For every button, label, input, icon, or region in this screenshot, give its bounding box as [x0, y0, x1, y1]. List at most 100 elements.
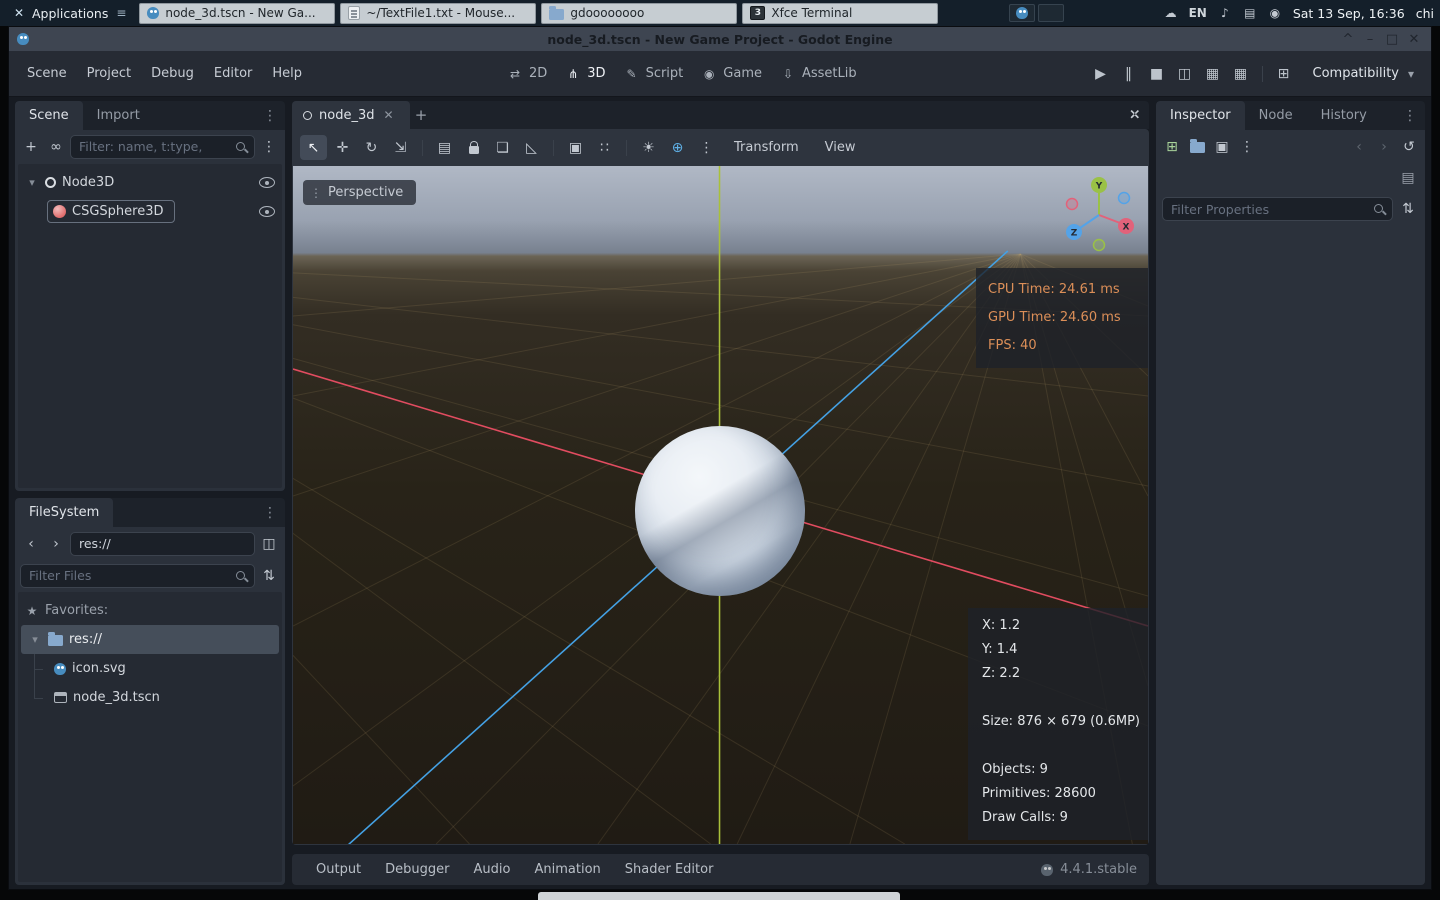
rotate-tool-icon[interactable]: ↻	[358, 135, 385, 160]
visibility-eye-icon[interactable]	[259, 177, 275, 188]
save-resource-icon[interactable]: ▣	[1211, 136, 1233, 158]
shade-button[interactable]: ^	[1339, 30, 1357, 48]
close-button[interactable]: ✕	[1405, 30, 1423, 48]
renderer-selector[interactable]: Compatibility ▾	[1313, 66, 1424, 81]
dock-menu-icon[interactable]: ⋮	[259, 502, 281, 524]
toggle-split-mode-icon[interactable]: ◫	[258, 533, 280, 555]
panel-output[interactable]: Output	[304, 862, 373, 877]
csg-sphere-mesh[interactable]	[635, 426, 805, 596]
tree-row-icon-svg[interactable]: icon.svg	[18, 654, 282, 683]
taskbar-window-texteditor[interactable]: ~/TextFile1.txt - Mouse...	[340, 3, 536, 24]
path-input[interactable]	[70, 532, 255, 556]
property-sort-icon[interactable]: ⇅	[1397, 198, 1419, 220]
workspace-assetlib[interactable]: ⇩AssetLib	[776, 66, 861, 81]
language-indicator[interactable]: EN	[1189, 6, 1207, 20]
taskbar-window-godot[interactable]: node_3d.tscn - New Ga...	[139, 3, 335, 24]
play-remote-button[interactable]: ◫	[1172, 62, 1198, 86]
notification-bell-icon[interactable]: ◉	[1268, 6, 1282, 20]
scene-filter-input[interactable]	[70, 135, 255, 159]
history-forward-button[interactable]: ›	[45, 533, 67, 555]
movie-maker-button[interactable]: ▦	[1200, 62, 1226, 86]
perspective-menu[interactable]: ⋮ Perspective	[303, 180, 416, 205]
workspace-2d[interactable]: ⇄2D	[503, 66, 551, 81]
list-select-tool-icon[interactable]: ▤	[431, 135, 458, 160]
tab-filesystem[interactable]: FileSystem	[15, 498, 113, 527]
add-node-button[interactable]: +	[20, 136, 42, 158]
menu-scene[interactable]: Scene	[17, 60, 77, 87]
expander-icon[interactable]: ▾	[28, 633, 42, 647]
panel-animation[interactable]: Animation	[522, 862, 612, 877]
new-scene-tab-button[interactable]: +	[410, 104, 432, 126]
inspector-filter-input[interactable]	[1162, 197, 1393, 221]
orientation-gizmo[interactable]: Y X Z	[1054, 170, 1144, 260]
history-back-button[interactable]: ‹	[20, 533, 42, 555]
local-space-icon[interactable]: ▣	[562, 135, 589, 160]
close-tab-icon[interactable]: ✕	[381, 108, 395, 122]
workspace-pager[interactable]	[1009, 4, 1064, 22]
maximize-button[interactable]: □	[1383, 30, 1401, 48]
panel-audio[interactable]: Audio	[462, 862, 523, 877]
select-tool-icon[interactable]: ↖	[300, 135, 327, 160]
tray-godot-icon[interactable]	[1009, 4, 1035, 22]
ruler-tool-icon[interactable]: ◺	[518, 135, 545, 160]
filesystem-filter-input[interactable]	[20, 564, 255, 588]
grid-icon[interactable]: ⊞	[1271, 62, 1297, 86]
selected-node-box[interactable]: CSGSphere3D	[47, 200, 175, 223]
play-button[interactable]: ▶	[1088, 62, 1114, 86]
menu-editor[interactable]: Editor	[204, 60, 262, 87]
panel-debugger[interactable]: Debugger	[373, 862, 461, 877]
stop-button[interactable]: ■	[1144, 62, 1170, 86]
workspace-3d[interactable]: ⋔3D	[561, 66, 609, 81]
scale-tool-icon[interactable]: ⇲	[387, 135, 414, 160]
sort-files-icon[interactable]: ⇅	[258, 565, 280, 587]
preview-sun-icon[interactable]: ☀	[635, 135, 662, 160]
viewport-3d[interactable]: ⋮ Perspective	[293, 166, 1148, 844]
menu-help[interactable]: Help	[262, 60, 312, 87]
instantiate-scene-button[interactable]: ∞	[45, 136, 67, 158]
taskbar-window-filemanager[interactable]: gdoooooooo	[541, 3, 737, 24]
tab-import[interactable]: Import	[83, 101, 154, 130]
group-node-icon[interactable]: ❏	[489, 135, 516, 160]
window-titlebar[interactable]: node_3d.tscn - New Game Project - Godot …	[9, 27, 1431, 51]
tab-inspector[interactable]: Inspector	[1156, 101, 1245, 130]
scene-tree-menu-icon[interactable]: ⋮	[258, 136, 280, 158]
history-back-icon[interactable]: ‹	[1348, 136, 1370, 158]
docs-icon[interactable]: ▤	[1397, 167, 1419, 189]
resource-menu-icon[interactable]: ⋮	[1236, 136, 1258, 158]
tree-row-csgsphere3d[interactable]: CSGSphere3D	[18, 197, 282, 226]
weather-icon[interactable]: ☁	[1164, 6, 1178, 20]
expand-viewport-icon[interactable]: ✛	[1118, 99, 1149, 130]
panel-shader-editor[interactable]: Shader Editor	[613, 862, 726, 877]
tree-row-node3d[interactable]: ▾ Node3D	[18, 168, 282, 197]
tab-scene[interactable]: Scene	[15, 101, 83, 130]
snap-icon[interactable]: ∷	[591, 135, 618, 160]
clock[interactable]: Sat 13 Sep, 16:36	[1293, 6, 1405, 21]
dock-menu-icon[interactable]: ⋮	[1399, 105, 1421, 127]
clipboard-icon[interactable]: ▤	[1243, 6, 1257, 20]
film-button[interactable]: ▦	[1228, 62, 1254, 86]
version-label[interactable]: 4.4.1.stable	[1060, 862, 1137, 877]
minimize-button[interactable]: –	[1361, 30, 1379, 48]
tab-node[interactable]: Node	[1245, 101, 1307, 130]
edit-history-icon[interactable]: ↺	[1398, 136, 1420, 158]
workspace-game[interactable]: ◉Game	[697, 66, 766, 81]
visibility-eye-icon[interactable]	[259, 206, 275, 217]
expander-icon[interactable]: ▾	[25, 176, 39, 190]
menu-debug[interactable]: Debug	[141, 60, 204, 87]
favorites-row[interactable]: ★ Favorites:	[18, 596, 282, 625]
transform-menu[interactable]: Transform	[722, 140, 811, 155]
sun-environment-menu-icon[interactable]: ⋮	[693, 135, 720, 160]
preview-environment-icon[interactable]: ⊕	[664, 135, 691, 160]
lock-node-icon[interactable]	[460, 135, 487, 160]
dock-menu-icon[interactable]: ⋮	[259, 105, 281, 127]
tree-row-node3d-tscn[interactable]: node_3d.tscn	[18, 683, 282, 712]
new-resource-icon[interactable]: ⊞	[1161, 136, 1183, 158]
load-resource-icon[interactable]	[1186, 136, 1208, 158]
menu-project[interactable]: Project	[77, 60, 141, 87]
history-forward-icon[interactable]: ›	[1373, 136, 1395, 158]
move-tool-icon[interactable]: ✛	[329, 135, 356, 160]
applications-menu[interactable]: ✕ Applications ≡	[6, 6, 134, 21]
taskbar-window-terminal[interactable]: 3 Xfce Terminal	[742, 3, 938, 24]
pause-button[interactable]: ‖	[1116, 62, 1142, 86]
workspace-script[interactable]: ✎Script	[620, 66, 688, 81]
